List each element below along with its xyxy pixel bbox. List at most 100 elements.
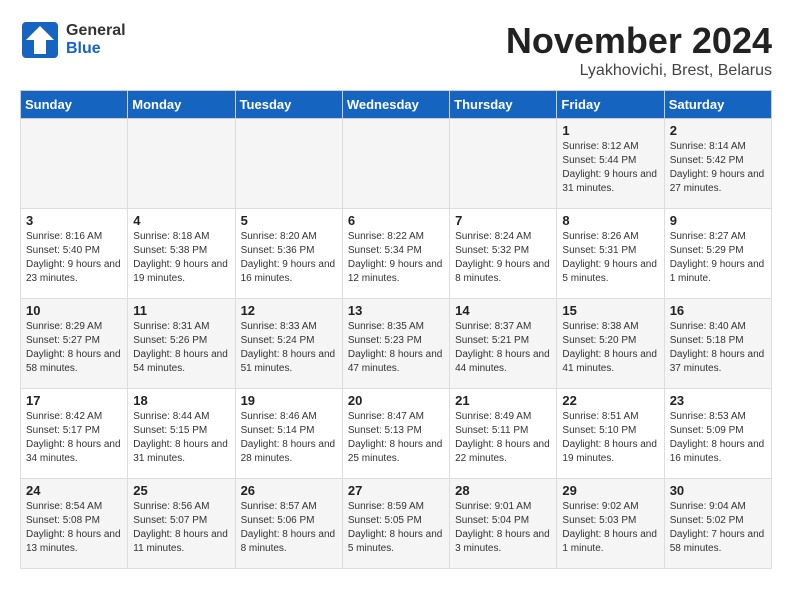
weekday-header-tuesday: Tuesday (235, 91, 342, 119)
weekday-header-row: SundayMondayTuesdayWednesdayThursdayFrid… (21, 91, 772, 119)
day-number: 3 (26, 213, 122, 228)
logo: General Blue (20, 20, 126, 60)
day-info: Sunrise: 8:18 AM Sunset: 5:38 PM Dayligh… (133, 230, 229, 286)
calendar-day-cell: 13 Sunrise: 8:35 AM Sunset: 5:23 PM Dayli… (342, 299, 449, 389)
calendar-day-cell: 3 Sunrise: 8:16 AM Sunset: 5:40 PM Daylig… (21, 209, 128, 299)
day-number: 6 (348, 213, 444, 228)
day-number: 9 (670, 213, 766, 228)
calendar-day-cell: 20 Sunrise: 8:47 AM Sunset: 5:13 PM Dayli… (342, 389, 449, 479)
calendar-day-cell: 11 Sunrise: 8:31 AM Sunset: 5:26 PM Dayli… (128, 299, 235, 389)
day-info: Sunrise: 8:56 AM Sunset: 5:07 PM Dayligh… (133, 500, 229, 556)
calendar-day-cell: 6Sunrise: 8:22 AM Sunset: 5:34 PM Daylig… (342, 209, 449, 299)
day-number: 2 (670, 123, 766, 138)
day-number: 15 (562, 303, 658, 318)
calendar-day-cell (450, 119, 557, 209)
logo-blue: Blue (66, 40, 126, 58)
day-info: Sunrise: 8:26 AM Sunset: 5:31 PM Dayligh… (562, 230, 658, 286)
day-number: 25 (133, 483, 229, 498)
day-number: 20 (348, 393, 444, 408)
page-header: General Blue November 2024 Lyakhovichi, … (20, 20, 772, 80)
calendar-week-row: 3 Sunrise: 8:16 AM Sunset: 5:40 PM Daylig… (21, 209, 772, 299)
day-info: Sunrise: 9:02 AM Sunset: 5:03 PM Dayligh… (562, 500, 658, 556)
day-info: Sunrise: 8:57 AM Sunset: 5:06 PM Dayligh… (241, 500, 337, 556)
day-info: Sunrise: 8:31 AM Sunset: 5:26 PM Dayligh… (133, 320, 229, 376)
day-number: 8 (562, 213, 658, 228)
calendar-day-cell: 21 Sunrise: 8:49 AM Sunset: 5:11 PM Dayli… (450, 389, 557, 479)
calendar-day-cell: 12 Sunrise: 8:33 AM Sunset: 5:24 PM Dayli… (235, 299, 342, 389)
calendar-day-cell: 23 Sunrise: 8:53 AM Sunset: 5:09 PM Dayli… (664, 389, 771, 479)
calendar-day-cell: 29 Sunrise: 9:02 AM Sunset: 5:03 PM Dayli… (557, 479, 664, 569)
logo-icon (20, 20, 60, 60)
day-info: Sunrise: 8:46 AM Sunset: 5:14 PM Dayligh… (241, 410, 337, 466)
calendar-day-cell: 1Sunrise: 8:12 AM Sunset: 5:44 PM Daylig… (557, 119, 664, 209)
day-info: Sunrise: 8:12 AM Sunset: 5:44 PM Dayligh… (562, 140, 658, 196)
calendar-day-cell: 22 Sunrise: 8:51 AM Sunset: 5:10 PM Dayli… (557, 389, 664, 479)
title-area: November 2024 Lyakhovichi, Brest, Belaru… (506, 20, 772, 80)
calendar-day-cell (21, 119, 128, 209)
day-number: 23 (670, 393, 766, 408)
location-title: Lyakhovichi, Brest, Belarus (506, 62, 772, 80)
day-info: Sunrise: 8:42 AM Sunset: 5:17 PM Dayligh… (26, 410, 122, 466)
calendar-day-cell: 27 Sunrise: 8:59 AM Sunset: 5:05 PM Dayli… (342, 479, 449, 569)
day-info: Sunrise: 8:16 AM Sunset: 5:40 PM Dayligh… (26, 230, 122, 286)
day-number: 21 (455, 393, 551, 408)
day-info: Sunrise: 8:20 AM Sunset: 5:36 PM Dayligh… (241, 230, 337, 286)
weekday-header-thursday: Thursday (450, 91, 557, 119)
calendar-week-row: 10 Sunrise: 8:29 AM Sunset: 5:27 PM Dayli… (21, 299, 772, 389)
day-number: 11 (133, 303, 229, 318)
day-info: Sunrise: 9:04 AM Sunset: 5:02 PM Dayligh… (670, 500, 766, 556)
weekday-header-wednesday: Wednesday (342, 91, 449, 119)
logo-general: General (66, 22, 126, 40)
day-number: 18 (133, 393, 229, 408)
day-number: 14 (455, 303, 551, 318)
month-title: November 2024 (506, 20, 772, 62)
weekday-header-monday: Monday (128, 91, 235, 119)
calendar-day-cell: 16Sunrise: 8:40 AM Sunset: 5:18 PM Dayli… (664, 299, 771, 389)
calendar-table: SundayMondayTuesdayWednesdayThursdayFrid… (20, 90, 772, 569)
day-info: Sunrise: 8:33 AM Sunset: 5:24 PM Dayligh… (241, 320, 337, 376)
calendar-day-cell: 9 Sunrise: 8:27 AM Sunset: 5:29 PM Daylig… (664, 209, 771, 299)
calendar-week-row: 24 Sunrise: 8:54 AM Sunset: 5:08 PM Dayli… (21, 479, 772, 569)
calendar-day-cell: 14Sunrise: 8:37 AM Sunset: 5:21 PM Dayli… (450, 299, 557, 389)
day-info: Sunrise: 8:44 AM Sunset: 5:15 PM Dayligh… (133, 410, 229, 466)
logo-text: General Blue (66, 22, 126, 57)
day-number: 12 (241, 303, 337, 318)
weekday-header-saturday: Saturday (664, 91, 771, 119)
calendar-day-cell: 30Sunrise: 9:04 AM Sunset: 5:02 PM Dayli… (664, 479, 771, 569)
day-info: Sunrise: 8:14 AM Sunset: 5:42 PM Dayligh… (670, 140, 766, 196)
day-number: 10 (26, 303, 122, 318)
day-number: 27 (348, 483, 444, 498)
day-info: Sunrise: 8:53 AM Sunset: 5:09 PM Dayligh… (670, 410, 766, 466)
day-info: Sunrise: 8:24 AM Sunset: 5:32 PM Dayligh… (455, 230, 551, 286)
day-number: 4 (133, 213, 229, 228)
calendar-day-cell: 17Sunrise: 8:42 AM Sunset: 5:17 PM Dayli… (21, 389, 128, 479)
day-info: Sunrise: 8:47 AM Sunset: 5:13 PM Dayligh… (348, 410, 444, 466)
calendar-day-cell: 8 Sunrise: 8:26 AM Sunset: 5:31 PM Daylig… (557, 209, 664, 299)
day-number: 5 (241, 213, 337, 228)
day-info: Sunrise: 8:59 AM Sunset: 5:05 PM Dayligh… (348, 500, 444, 556)
calendar-day-cell (128, 119, 235, 209)
day-info: Sunrise: 8:54 AM Sunset: 5:08 PM Dayligh… (26, 500, 122, 556)
calendar-week-row: 1Sunrise: 8:12 AM Sunset: 5:44 PM Daylig… (21, 119, 772, 209)
calendar-week-row: 17Sunrise: 8:42 AM Sunset: 5:17 PM Dayli… (21, 389, 772, 479)
day-number: 29 (562, 483, 658, 498)
day-number: 19 (241, 393, 337, 408)
calendar-day-cell: 26Sunrise: 8:57 AM Sunset: 5:06 PM Dayli… (235, 479, 342, 569)
calendar-day-cell: 25 Sunrise: 8:56 AM Sunset: 5:07 PM Dayli… (128, 479, 235, 569)
day-info: Sunrise: 8:49 AM Sunset: 5:11 PM Dayligh… (455, 410, 551, 466)
calendar-day-cell: 5 Sunrise: 8:20 AM Sunset: 5:36 PM Daylig… (235, 209, 342, 299)
day-info: Sunrise: 8:29 AM Sunset: 5:27 PM Dayligh… (26, 320, 122, 376)
day-number: 13 (348, 303, 444, 318)
calendar-day-cell (342, 119, 449, 209)
calendar-day-cell: 18 Sunrise: 8:44 AM Sunset: 5:15 PM Dayli… (128, 389, 235, 479)
calendar-day-cell: 10 Sunrise: 8:29 AM Sunset: 5:27 PM Dayli… (21, 299, 128, 389)
calendar-day-cell: 15Sunrise: 8:38 AM Sunset: 5:20 PM Dayli… (557, 299, 664, 389)
day-number: 7 (455, 213, 551, 228)
day-info: Sunrise: 8:27 AM Sunset: 5:29 PM Dayligh… (670, 230, 766, 286)
day-number: 22 (562, 393, 658, 408)
day-info: Sunrise: 8:35 AM Sunset: 5:23 PM Dayligh… (348, 320, 444, 376)
day-info: Sunrise: 8:51 AM Sunset: 5:10 PM Dayligh… (562, 410, 658, 466)
calendar-day-cell (235, 119, 342, 209)
calendar-day-cell: 2 Sunrise: 8:14 AM Sunset: 5:42 PM Daylig… (664, 119, 771, 209)
day-number: 24 (26, 483, 122, 498)
